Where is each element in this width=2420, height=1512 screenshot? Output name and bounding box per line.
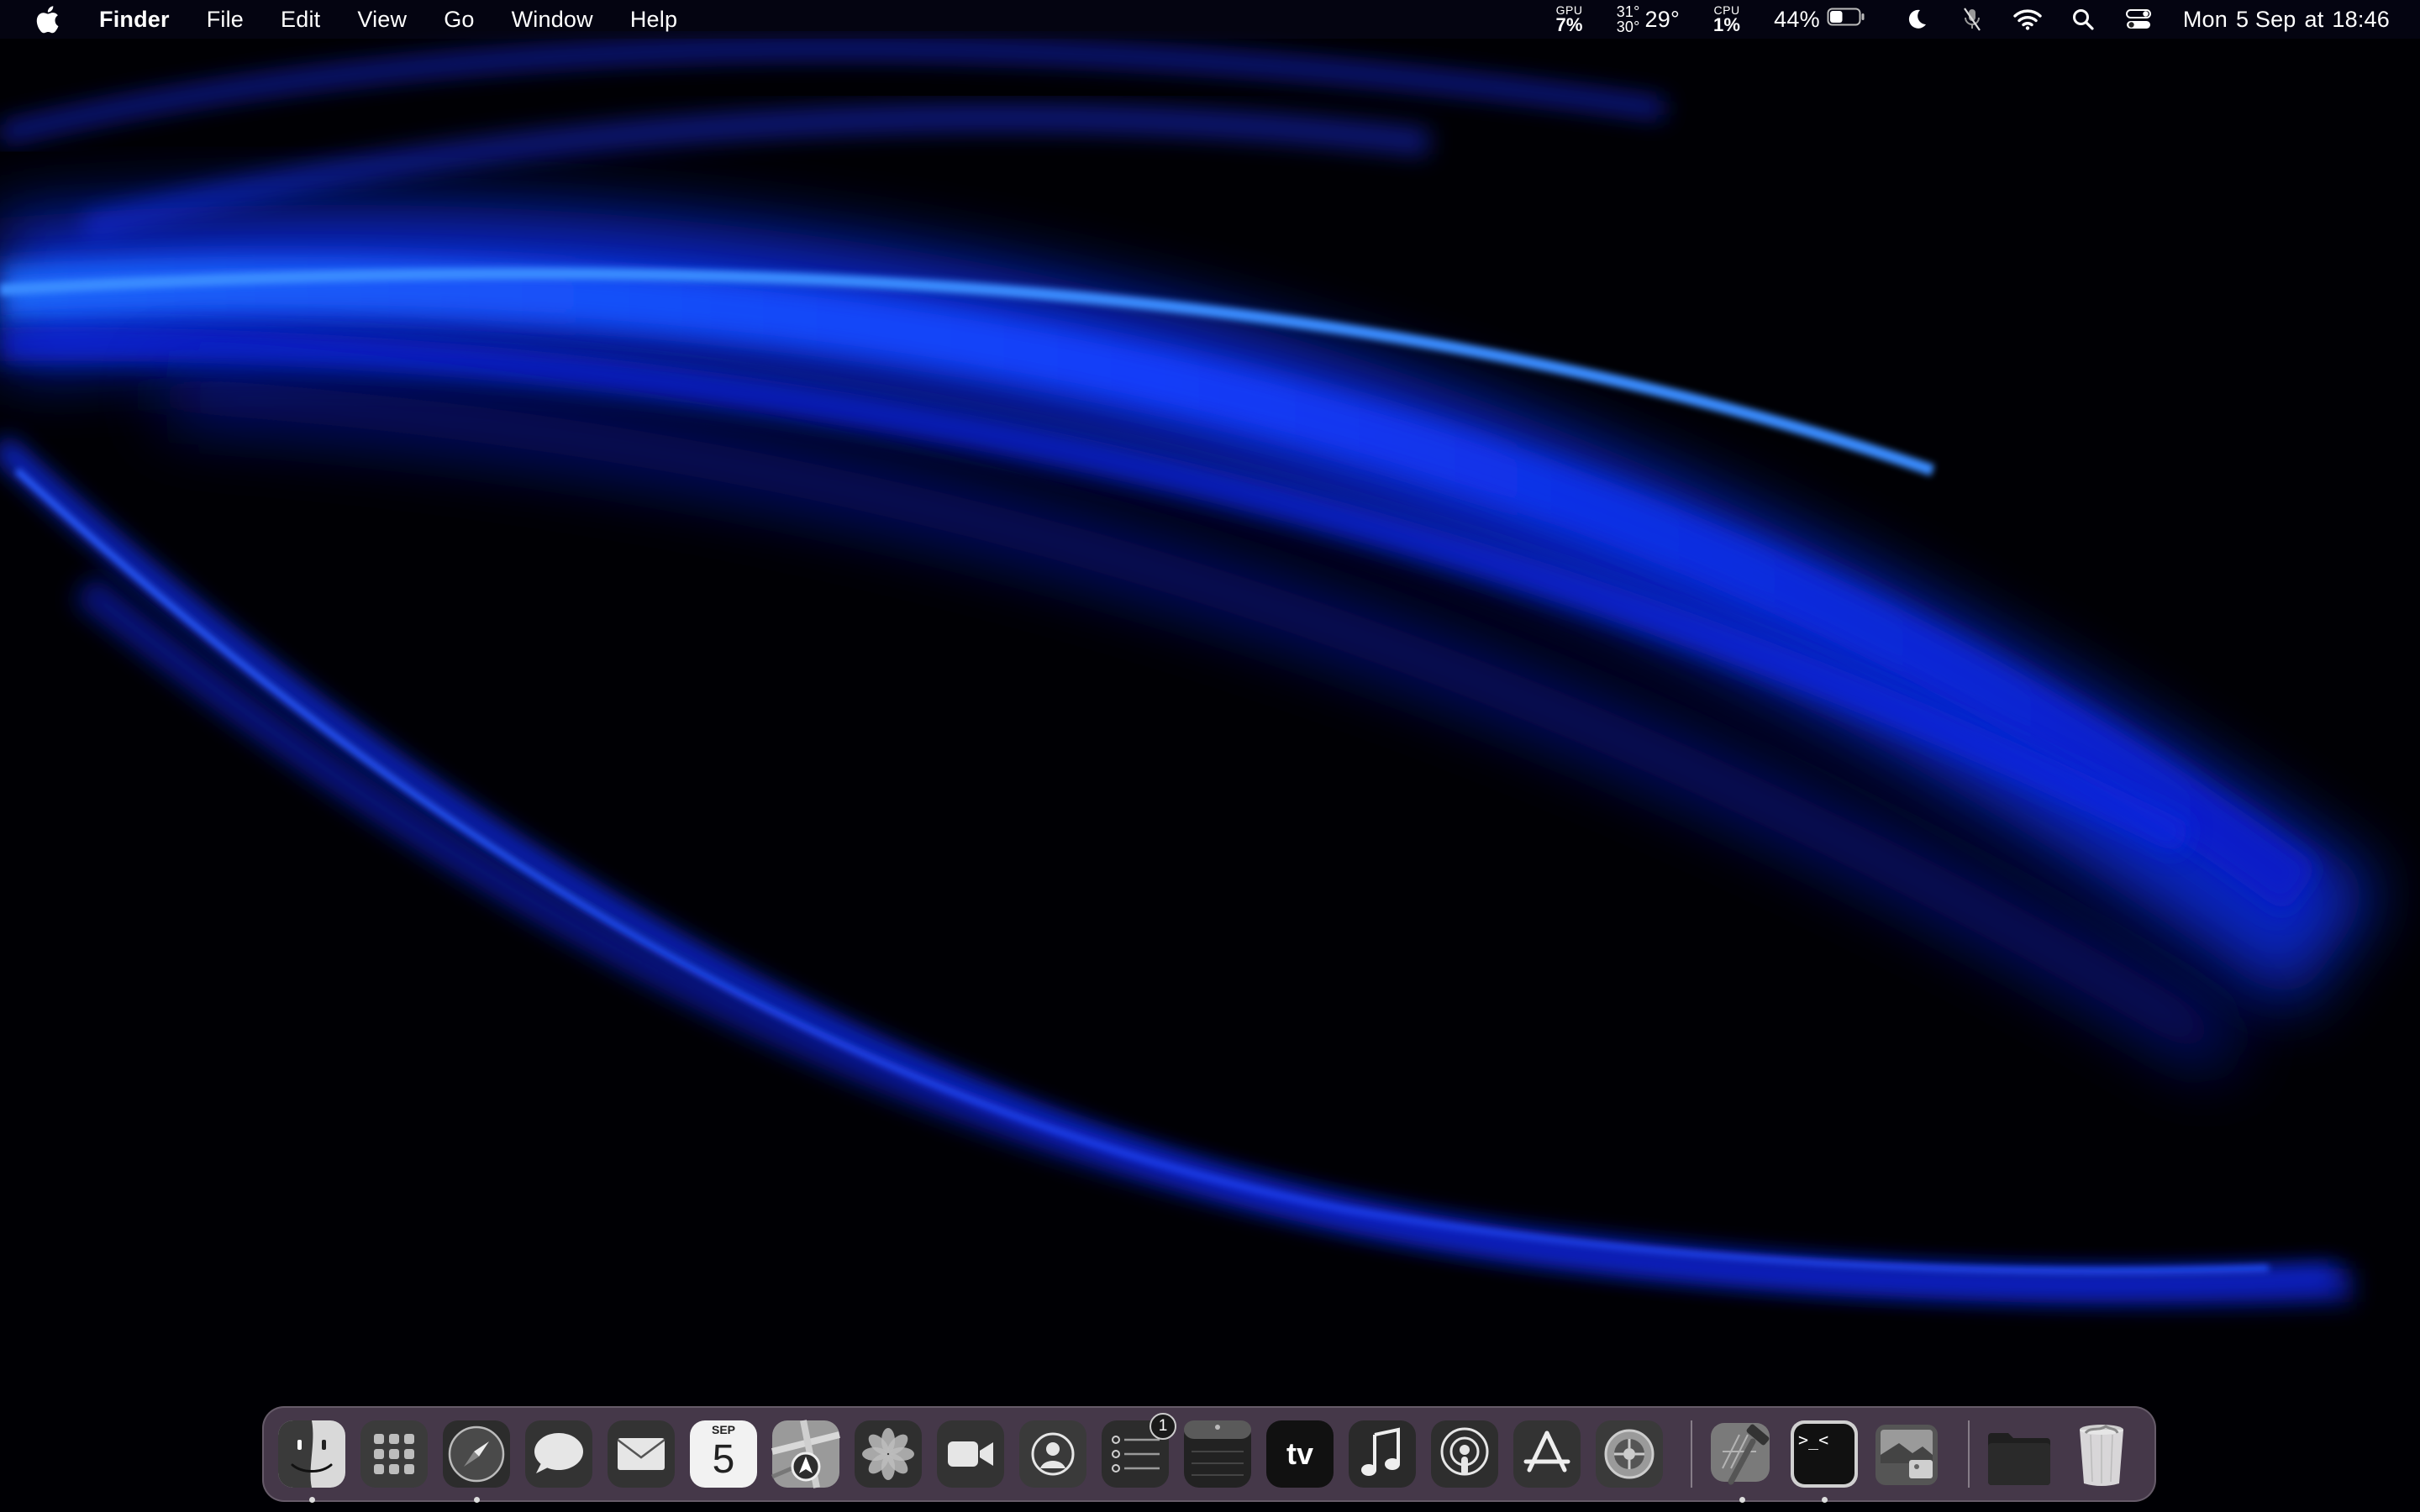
gpu-value: 7%: [1555, 14, 1583, 35]
app-store-icon: [1513, 1420, 1581, 1488]
clock-day: Mon: [2182, 6, 2228, 32]
menu-edit[interactable]: Edit: [281, 7, 320, 33]
dock-mail[interactable]: [605, 1418, 677, 1490]
control-center-icon[interactable]: [2124, 5, 2153, 34]
dock-separator: [1691, 1420, 1692, 1488]
dock-reminders[interactable]: 1: [1099, 1413, 1176, 1490]
battery-status[interactable]: 44%: [1774, 7, 1865, 33]
dock-maps[interactable]: [770, 1418, 842, 1490]
dock-safari[interactable]: [440, 1418, 513, 1503]
dock-separator: [1968, 1420, 1970, 1488]
terminal-prompt: >_<: [1798, 1430, 1829, 1450]
dock-app-store[interactable]: [1511, 1418, 1583, 1490]
temperature-current: 29°: [1644, 6, 1680, 32]
dock-system-settings[interactable]: [1593, 1418, 1665, 1490]
running-indicator: [1739, 1497, 1745, 1503]
hammer-icon: [1711, 1423, 1770, 1485]
dock-terminal[interactable]: >_<: [1788, 1418, 1860, 1503]
menu-view[interactable]: View: [357, 7, 407, 33]
clock-date: 5 Sep: [2235, 6, 2296, 32]
dock-xcode[interactable]: [1706, 1418, 1778, 1503]
running-indicator: [1822, 1497, 1828, 1503]
dock: SEP 5 1 tv >_<: [262, 1406, 2156, 1503]
notes-icon: [1184, 1420, 1251, 1488]
trash-icon: [2080, 1425, 2123, 1486]
menu-bar-left: Finder File Edit View Go Window Help: [0, 0, 714, 39]
battery-icon: [1827, 7, 1865, 33]
temperature-range: 31° 30°: [1617, 4, 1640, 34]
dock-facetime[interactable]: [934, 1418, 1007, 1490]
maps-icon: [771, 1420, 840, 1488]
cpu-value: 1%: [1712, 14, 1741, 35]
dock-contacts[interactable]: [1017, 1418, 1089, 1490]
dock-photos[interactable]: [852, 1418, 924, 1490]
dock-messages[interactable]: [523, 1418, 595, 1490]
temperature-low: 30°: [1616, 18, 1640, 35]
cpu-monitor[interactable]: CPU 1%: [1713, 4, 1740, 34]
contacts-icon: [1019, 1420, 1086, 1488]
dock-podcasts[interactable]: [1428, 1418, 1501, 1490]
menu-bar: Finder File Edit View Go Window Help GPU…: [0, 0, 2420, 39]
calendar-day: 5: [712, 1437, 735, 1482]
mail-icon: [608, 1420, 675, 1488]
notification-badge: 1: [1150, 1413, 1176, 1440]
photos-icon: [855, 1420, 922, 1488]
dock-tv[interactable]: tv: [1264, 1418, 1336, 1490]
dock-finder[interactable]: [276, 1418, 348, 1503]
terminal-icon: [1791, 1420, 1858, 1488]
calendar-month: SEP: [711, 1423, 735, 1436]
gear-icon: [1596, 1420, 1663, 1488]
moon-icon[interactable]: [1902, 5, 1931, 34]
menu-go[interactable]: Go: [444, 7, 474, 33]
dock-calendar[interactable]: SEP 5: [687, 1418, 760, 1490]
preview-icon: [1876, 1425, 1938, 1485]
safari-icon: [443, 1420, 510, 1488]
wallpaper: [0, 0, 2420, 1512]
clock-time: 18:46: [2332, 6, 2390, 32]
launchpad-icon: [360, 1420, 428, 1488]
facetime-icon: [937, 1420, 1004, 1488]
wifi-icon[interactable]: [2013, 5, 2042, 34]
running-indicator: [309, 1497, 315, 1503]
running-indicator: [474, 1497, 480, 1503]
dock-folder[interactable]: [1983, 1418, 2055, 1490]
menu-help[interactable]: Help: [630, 7, 677, 33]
app-menu-finder[interactable]: Finder: [99, 7, 170, 33]
dock-notes[interactable]: [1181, 1418, 1254, 1490]
menu-bar-clock[interactable]: Mon 5 Sep at 18:46: [2183, 7, 2390, 33]
finder-icon: [278, 1420, 345, 1488]
clock-at: at: [2304, 6, 2324, 32]
menu-file[interactable]: File: [207, 7, 244, 33]
folder-icon: [1988, 1433, 2050, 1485]
gpu-monitor[interactable]: GPU 7%: [1556, 4, 1583, 34]
podcasts-icon: [1431, 1420, 1498, 1488]
dock-music[interactable]: [1346, 1418, 1418, 1490]
dock-launchpad[interactable]: [358, 1418, 430, 1490]
tv-label: tv: [1286, 1436, 1313, 1471]
battery-percent: 44%: [1774, 6, 1820, 32]
menu-bar-extras: GPU 7% 31° 30° 29° CPU 1% 44% Mon 5 Sep …: [1556, 0, 2391, 39]
messages-icon: [525, 1420, 592, 1488]
muted-mic-icon[interactable]: [1958, 5, 1986, 34]
temperature-high: 31°: [1616, 3, 1640, 20]
weather-widget[interactable]: 31° 30° 29°: [1617, 4, 1680, 34]
music-icon: [1349, 1420, 1416, 1488]
menu-window[interactable]: Window: [512, 7, 593, 33]
dock-trash[interactable]: [2065, 1418, 2138, 1490]
search-icon[interactable]: [2069, 5, 2097, 34]
dock-preview[interactable]: [1870, 1418, 1943, 1490]
apple-menu-icon[interactable]: [34, 4, 60, 34]
desktop: Finder File Edit View Go Window Help GPU…: [0, 0, 2420, 1512]
